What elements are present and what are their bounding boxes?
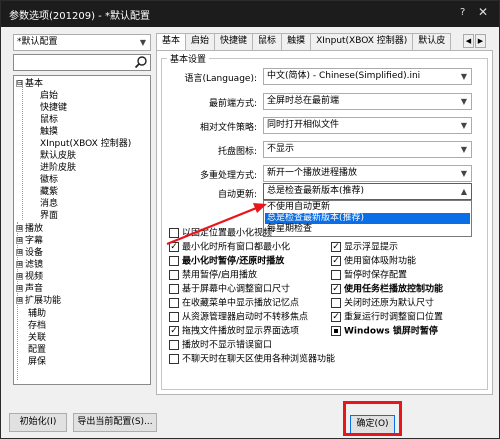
preferences-window: 参数选项(201209) - *默认配置 ? ✕ *默认配置 ▼ ⊟ 基本 启始 …: [0, 0, 500, 439]
annotation-arrow: [166, 203, 267, 246]
